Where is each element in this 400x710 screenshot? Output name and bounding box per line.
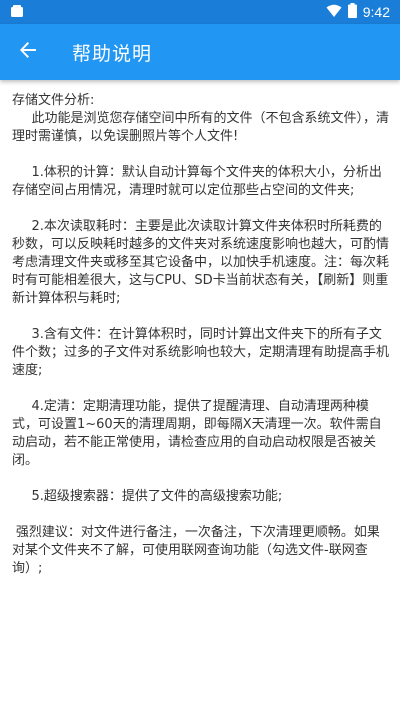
notification-icon xyxy=(10,3,24,22)
help-item-file-count: 3.含有文件：在计算体积时，同时计算出文件夹下的所有子文件个数；过多的子文件对系… xyxy=(12,327,390,378)
help-intro: 此功能是浏览您存储空间中所有的文件（不包含系统文件），清理时需谨慎，以免误删照片… xyxy=(12,111,390,144)
app-bar: 帮助说明 xyxy=(0,24,400,80)
help-item-super-search: 5.超级搜索器：提供了文件的高级搜索功能; xyxy=(31,489,283,504)
help-item-scheduled-clean: 4.定清：定期清理功能，提供了提醒清理、自动清理两种模式，可设置1~60天的清理… xyxy=(12,399,382,468)
back-button[interactable] xyxy=(0,24,56,80)
arrow-back-icon xyxy=(19,41,37,63)
help-heading: 存储文件分析: xyxy=(12,93,95,108)
help-content: 存储文件分析: 此功能是浏览您存储空间中所有的文件（不包含系统文件），清理时需谨… xyxy=(0,80,400,710)
wifi-icon xyxy=(326,3,342,22)
help-item-volume: 1.体积的计算：默认自动计算每个文件夹的体积大小，分析出存储空间占用情况，清理时… xyxy=(12,165,382,198)
status-time: 9:42 xyxy=(362,4,390,20)
status-bar: 9:42 xyxy=(0,0,400,24)
help-suggestion: 强烈建议：对文件进行备注，一次备注，下次清理更顺畅。如果对某个文件夹不了解，可使… xyxy=(12,525,380,576)
battery-icon xyxy=(347,2,357,22)
page-title: 帮助说明 xyxy=(72,42,153,65)
help-item-read-time: 2.本次读取耗时：主要是此次读取计算文件夹体积时所耗费的秒数，可以反映耗时越多的… xyxy=(12,219,390,306)
